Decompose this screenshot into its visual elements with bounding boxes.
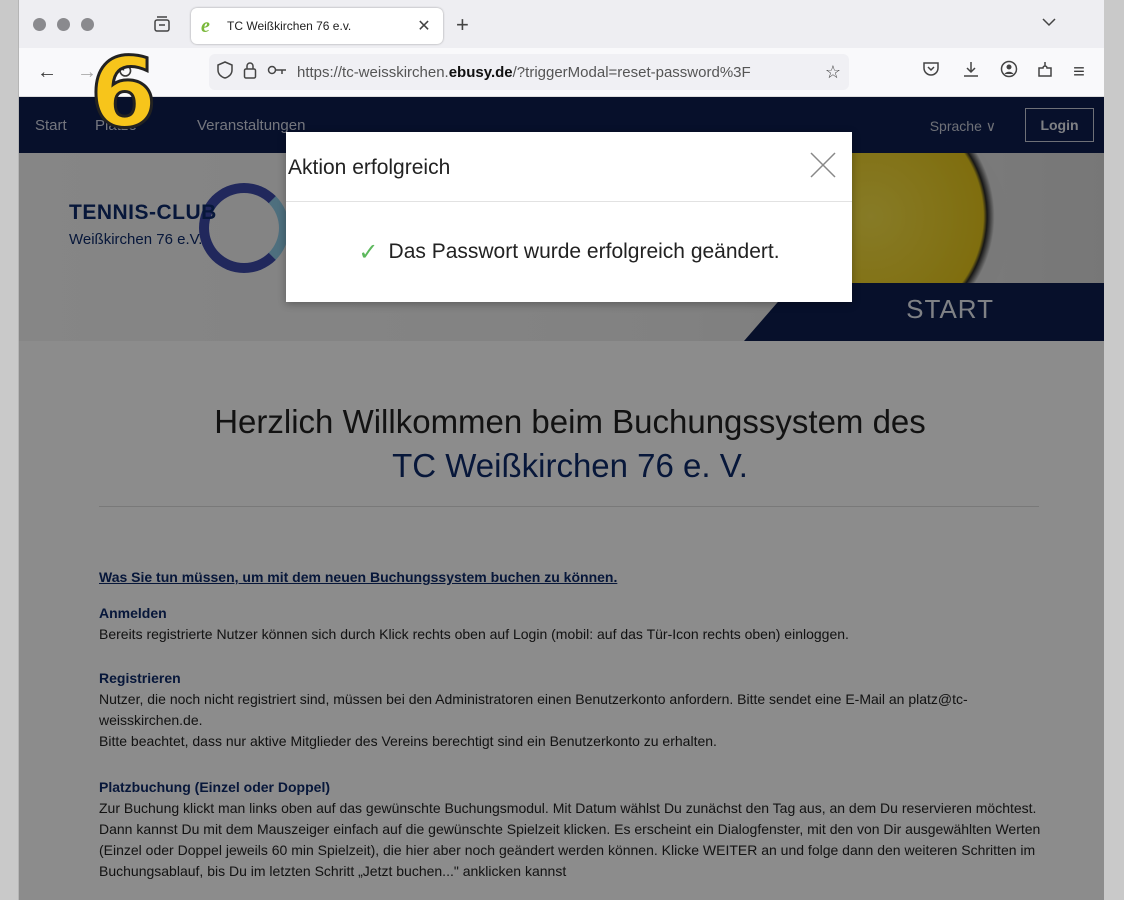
checkmark-icon: ✓ (358, 238, 379, 266)
lock-icon[interactable] (243, 61, 257, 84)
close-icon[interactable] (808, 150, 838, 180)
dialog-message: Das Passwort wurde erfolgreich geändert. (388, 240, 780, 263)
address-bar[interactable]: https://tc-weisskirchen.ebusy.de/?trigge… (209, 54, 849, 90)
extensions-icon[interactable] (1033, 60, 1057, 84)
tab-strip: e TC Weißkirchen 76 e.v. ✕ + (19, 0, 1104, 48)
bookmark-star-icon[interactable]: ☆ (825, 62, 841, 83)
close-tab-icon[interactable]: ✕ (415, 16, 433, 36)
favicon-icon: e (201, 14, 210, 37)
step-number-badge: 6 (89, 37, 159, 149)
key-icon[interactable] (267, 63, 287, 81)
new-tab-icon[interactable]: + (456, 12, 469, 38)
tab-overview-icon[interactable] (150, 12, 174, 36)
tab-title: TC Weißkirchen 76 e.v. (227, 19, 352, 33)
browser-tab[interactable]: e TC Weißkirchen 76 e.v. ✕ (191, 8, 443, 44)
url-text[interactable]: https://tc-weisskirchen.ebusy.de/?trigge… (297, 64, 821, 81)
dialog-body: ✓ Das Passwort wurde erfolgreich geänder… (286, 202, 852, 302)
minimize-window-dot[interactable] (57, 18, 70, 31)
navigation-bar: ← → ↻ https://tc-weisskirchen.ebusy.de/?… (19, 48, 1104, 97)
pocket-icon[interactable] (919, 60, 943, 84)
maximize-window-dot[interactable] (81, 18, 94, 31)
success-dialog: Aktion erfolgreich ✓ Das Passwort wurde … (286, 132, 852, 302)
dialog-header: Aktion erfolgreich (286, 132, 852, 202)
back-arrow-icon[interactable]: ← (35, 60, 59, 84)
download-icon[interactable] (959, 60, 983, 84)
shield-icon[interactable] (217, 60, 233, 84)
menu-icon[interactable]: ≡ (1067, 60, 1091, 84)
dialog-title: Aktion erfolgreich (288, 156, 451, 179)
account-icon[interactable] (997, 60, 1021, 84)
close-window-dot[interactable] (33, 18, 46, 31)
chevron-down-icon[interactable] (1042, 14, 1056, 30)
